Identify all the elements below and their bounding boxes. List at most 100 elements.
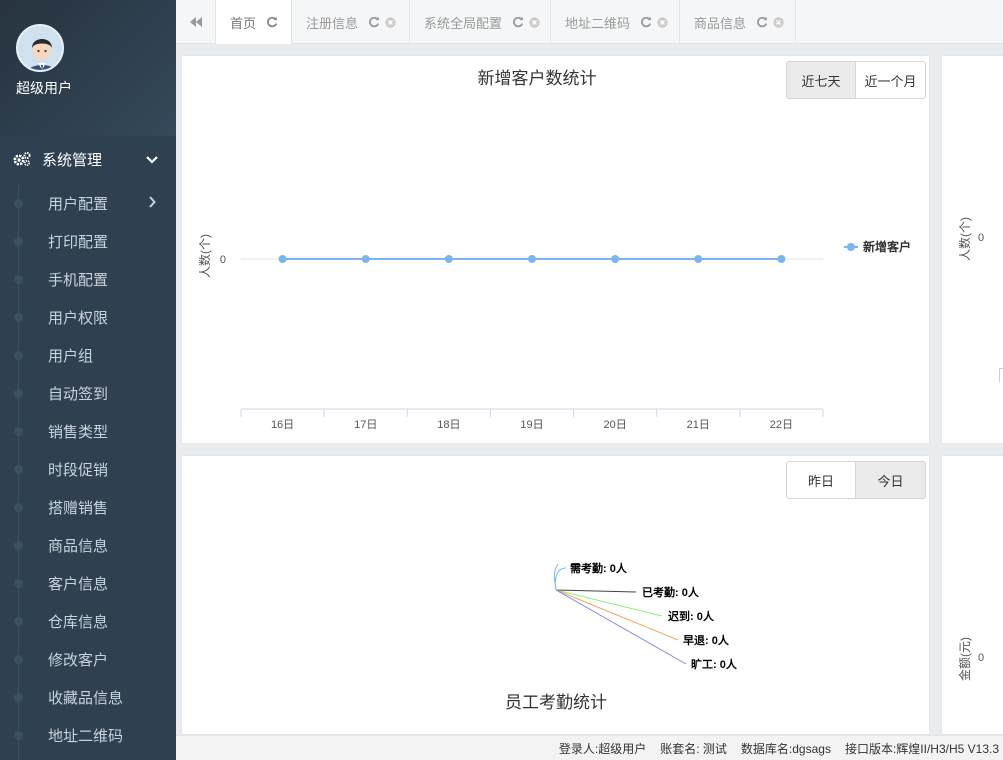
sidebar-item-address-qrcode[interactable]: 地址二维码 <box>0 716 176 754</box>
sidebar-item-customer-info[interactable]: 客户信息 <box>0 564 176 602</box>
legend-label: 新增客户 <box>863 239 911 254</box>
refresh-icon[interactable] <box>640 16 652 28</box>
sidebar-item-warehouse-info[interactable]: 仓库信息 <box>0 602 176 640</box>
right-top-chart-panel: 人数(个) 0 <box>941 55 1003 444</box>
close-icon[interactable] <box>657 16 668 28</box>
double-left-icon <box>189 17 202 27</box>
tab-scroll-left-button[interactable] <box>176 0 216 44</box>
user-profile: 超级用户 <box>0 0 176 136</box>
sidebar-item-label: 地址二维码 <box>48 727 124 745</box>
line-chart: 0 16日 17日 18日 19日 20日 21日 22日 新增客户 <box>220 239 911 431</box>
gears-icon <box>12 151 32 167</box>
y-axis-label: 人数(个) <box>958 217 972 261</box>
sidebar-item-label: 搭赠销售 <box>48 499 109 517</box>
menu-group-label: 系统管理 <box>42 151 103 169</box>
sidebar-item-print-config[interactable]: 打印配置 <box>0 222 176 260</box>
sidebar-item-label: 用户配置 <box>48 195 109 213</box>
y-tick-label: 0 <box>978 652 985 664</box>
tab-bar: 首页 注册信息 系统全局配置 地址二维码 商品信息 <box>176 0 1003 44</box>
submenu: 用户配置 打印配置 手机配置 用户权限 用户组 自动签到 销售类型 时段促销 搭… <box>0 184 176 760</box>
data-label-connector <box>555 589 687 665</box>
bullet-icon <box>14 693 23 702</box>
status-version: 接口版本:辉煌II/H3/H5 V13.3 <box>844 741 999 756</box>
y-axis-label: 金额(元) <box>958 637 972 681</box>
data-point <box>528 255 536 263</box>
sidebar-item-label: 打印配置 <box>48 233 109 251</box>
bullet-icon <box>14 617 23 626</box>
sidebar-item-label: 时段促销 <box>48 461 109 479</box>
bullet-icon <box>14 465 23 474</box>
status-account: 账套名: 测试 <box>660 741 727 756</box>
close-icon[interactable] <box>529 16 540 28</box>
customer-chart-panel: 新增客户数统计 近七天 近一个月 人数(个) 0 16日 17日 18日 19日 20日 2… <box>181 55 930 444</box>
data-label-connector <box>554 567 567 591</box>
sidebar-item-label: 商品信息 <box>48 537 109 555</box>
close-icon[interactable] <box>385 16 396 28</box>
sidebar-item-sales-type[interactable]: 销售类型 <box>0 412 176 450</box>
tab-registration-info[interactable]: 注册信息 <box>292 0 410 44</box>
sidebar-item-label: 用户权限 <box>48 309 109 327</box>
sidebar-item-collectibles[interactable]: 收藏品信息 <box>0 678 176 716</box>
data-point <box>278 255 287 263</box>
bullet-icon <box>14 351 23 360</box>
menu-system-management[interactable]: 系统管理 <box>0 140 176 178</box>
tab-label: 商品信息 <box>694 15 747 31</box>
chevron-right-icon <box>148 195 156 212</box>
x-tick-label: 22日 <box>770 419 793 431</box>
sidebar-item-label: 修改客户 <box>48 651 109 669</box>
sidebar-item-label: 自动签到 <box>48 385 109 403</box>
data-point <box>777 255 786 263</box>
sidebar-item-label: 客户信息 <box>48 575 109 593</box>
x-tick-label: 18日 <box>437 419 460 431</box>
bullet-icon <box>14 503 23 512</box>
bullet-icon <box>14 313 23 322</box>
sidebar-item-label: 销售类型 <box>48 423 109 441</box>
data-point <box>611 255 620 263</box>
avatar[interactable] <box>16 24 64 72</box>
data-point <box>694 255 703 263</box>
tab-product-info[interactable]: 商品信息 <box>680 0 796 44</box>
tab-address-qrcode[interactable]: 地址二维码 <box>551 0 680 44</box>
refresh-icon[interactable] <box>368 16 380 28</box>
bullet-icon <box>14 275 23 284</box>
x-tick-label: 17日 <box>354 419 377 431</box>
sidebar-item-label: 用户组 <box>48 347 94 365</box>
tab-label: 首页 <box>230 15 257 31</box>
refresh-icon[interactable] <box>756 16 768 28</box>
refresh-icon[interactable] <box>512 16 524 28</box>
y-tick-label: 0 <box>978 232 985 244</box>
status-database: 数据库名:dgsags <box>740 741 831 756</box>
tab-home[interactable]: 首页 <box>216 0 292 44</box>
sidebar-item-user-group[interactable]: 用户组 <box>0 336 176 374</box>
status-login: 登录人:超级用户 <box>558 741 647 756</box>
data-label: 已考勤: 0人 <box>642 585 700 599</box>
sidebar-item-edit-customer[interactable]: 修改客户 <box>0 640 176 678</box>
tab-label: 注册信息 <box>306 15 359 31</box>
data-label: 早退: 0人 <box>683 633 730 647</box>
close-icon[interactable] <box>773 16 784 28</box>
sidebar-item-label: 收藏品信息 <box>48 689 124 707</box>
bullet-icon <box>14 389 23 398</box>
status-bar: 登录人:超级用户 账套名: 测试 数据库名:dgsags 接口版本:辉煌II/H… <box>176 735 1003 760</box>
bullet-icon <box>14 655 23 664</box>
sidebar-item-user-config[interactable]: 用户配置 <box>0 184 176 222</box>
sidebar: 超级用户 系统管理 用户配置 打印配置 手机配置 用户权限 用户组 自动签到 销… <box>0 0 176 760</box>
sidebar-item-user-permissions[interactable]: 用户权限 <box>0 298 176 336</box>
refresh-icon[interactable] <box>266 16 278 28</box>
sidebar-item-auto-checkin[interactable]: 自动签到 <box>0 374 176 412</box>
y-tick-label: 0 <box>220 254 226 266</box>
x-tick-label: 16日 <box>271 419 294 431</box>
tab-label: 地址二维码 <box>565 15 631 31</box>
legend-marker <box>847 243 855 251</box>
user-name: 超级用户 <box>16 80 72 96</box>
sidebar-item-product-info[interactable]: 商品信息 <box>0 526 176 564</box>
tab-global-config[interactable]: 系统全局配置 <box>410 0 551 44</box>
x-tick-label: 20日 <box>604 419 627 431</box>
bullet-icon <box>14 731 23 740</box>
sidebar-item-label: 仓库信息 <box>48 613 109 631</box>
sidebar-item-time-promotion[interactable]: 时段促销 <box>0 450 176 488</box>
sidebar-item-mobile-config[interactable]: 手机配置 <box>0 260 176 298</box>
sidebar-item-bundle-sales[interactable]: 搭赠销售 <box>0 488 176 526</box>
data-label: 迟到: 0人 <box>668 609 715 623</box>
bullet-icon <box>14 579 23 588</box>
